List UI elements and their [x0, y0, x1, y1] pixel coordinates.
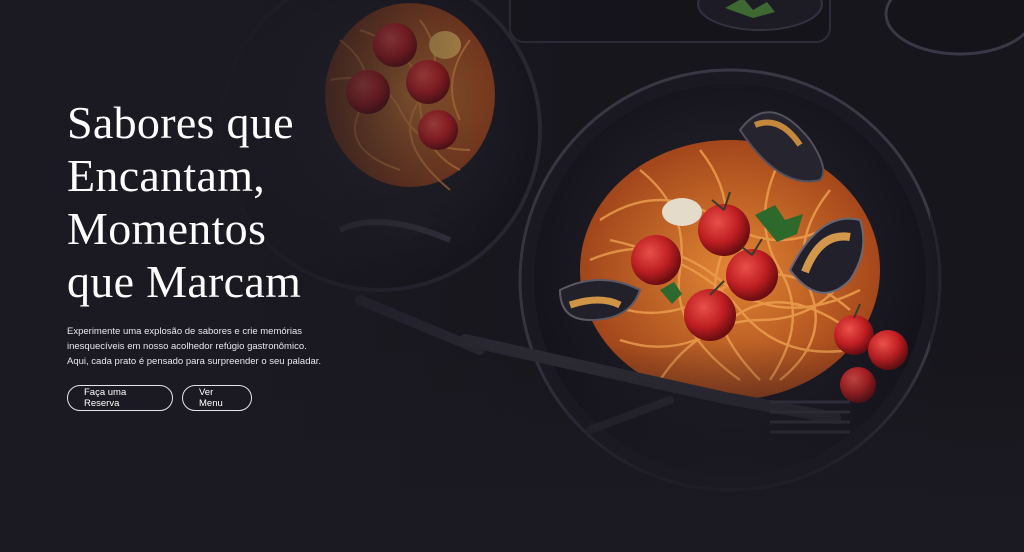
hero-title-line: Momentos	[67, 203, 267, 254]
hero-title-line: que Marcam	[67, 256, 302, 307]
hero-description-line: Aqui, cada prato é pensado para surpreen…	[67, 356, 322, 367]
hero-description-line: inesquecíveis em nosso acolhedor refúgio…	[67, 341, 307, 352]
hero-title-line: Encantam,	[67, 150, 266, 201]
view-menu-button[interactable]: Ver Menu	[182, 385, 252, 411]
hero-description: Experimente uma explosão de sabores e cr…	[67, 324, 397, 369]
hero-description-line: Experimente uma explosão de sabores e cr…	[67, 326, 302, 337]
hero-buttons: Faça uma Reserva Ver Menu	[67, 385, 397, 411]
hero-content: Sabores que Encantam, Momentos que Marca…	[67, 96, 397, 411]
hero-title: Sabores que Encantam, Momentos que Marca…	[67, 96, 397, 308]
hero-section: Sabores que Encantam, Momentos que Marca…	[0, 0, 1024, 552]
hero-title-line: Sabores que	[67, 97, 294, 148]
reserve-button[interactable]: Faça uma Reserva	[67, 385, 173, 411]
